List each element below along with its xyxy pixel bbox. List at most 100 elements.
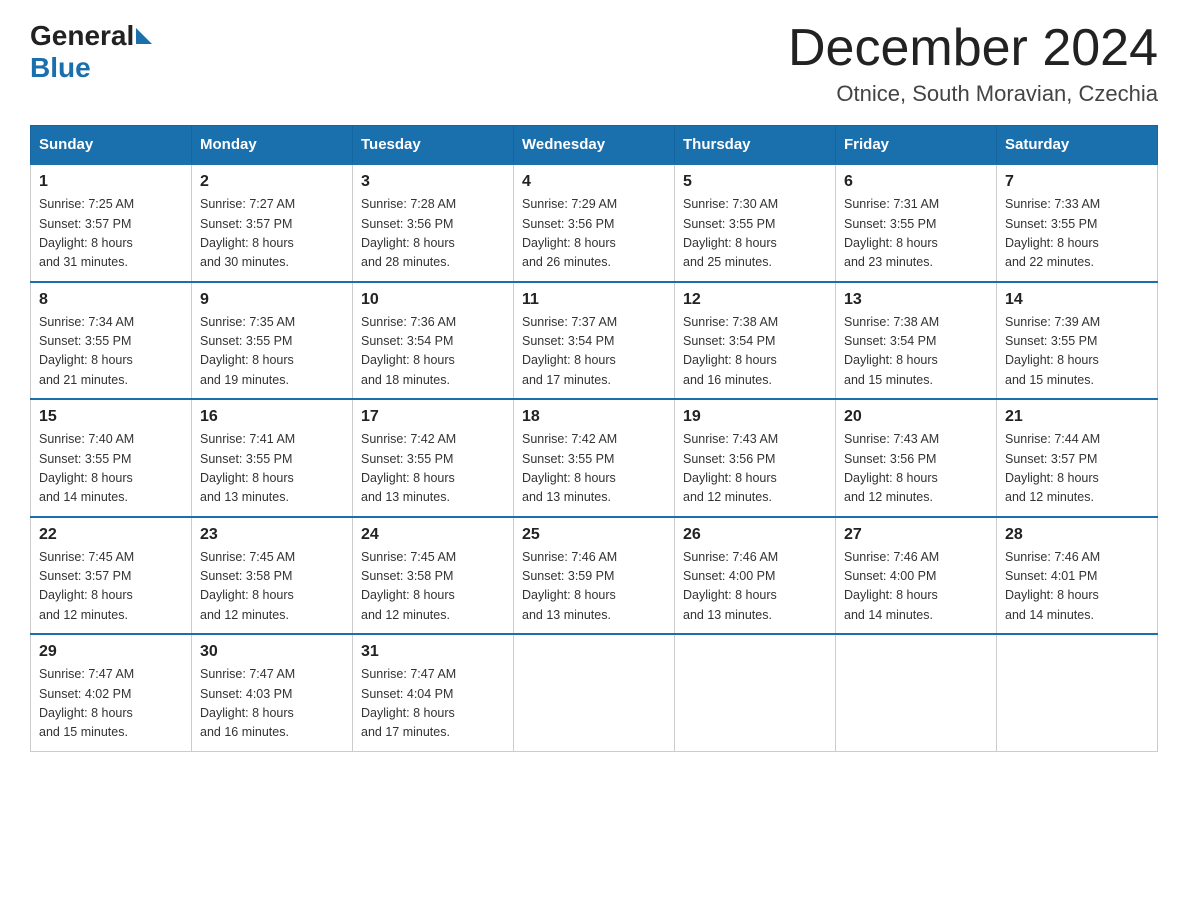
day-info: Sunrise: 7:36 AM Sunset: 3:54 PM Dayligh…: [361, 313, 505, 391]
calendar-cell: 10 Sunrise: 7:36 AM Sunset: 3:54 PM Dayl…: [353, 282, 514, 400]
day-info: Sunrise: 7:46 AM Sunset: 4:01 PM Dayligh…: [1005, 548, 1149, 626]
calendar-week-row: 29 Sunrise: 7:47 AM Sunset: 4:02 PM Dayl…: [31, 634, 1158, 751]
calendar-cell: 9 Sunrise: 7:35 AM Sunset: 3:55 PM Dayli…: [192, 282, 353, 400]
calendar-week-row: 8 Sunrise: 7:34 AM Sunset: 3:55 PM Dayli…: [31, 282, 1158, 400]
page-header: General Blue December 2024 Otnice, South…: [30, 20, 1158, 107]
day-info: Sunrise: 7:40 AM Sunset: 3:55 PM Dayligh…: [39, 430, 183, 508]
day-info: Sunrise: 7:47 AM Sunset: 4:03 PM Dayligh…: [200, 665, 344, 743]
day-info: Sunrise: 7:43 AM Sunset: 3:56 PM Dayligh…: [683, 430, 827, 508]
day-info: Sunrise: 7:42 AM Sunset: 3:55 PM Dayligh…: [522, 430, 666, 508]
calendar-cell: 7 Sunrise: 7:33 AM Sunset: 3:55 PM Dayli…: [997, 164, 1158, 282]
day-number: 30: [200, 643, 344, 661]
calendar-header-monday: Monday: [192, 126, 353, 165]
calendar-cell: 26 Sunrise: 7:46 AM Sunset: 4:00 PM Dayl…: [675, 517, 836, 635]
day-number: 6: [844, 173, 988, 191]
day-number: 26: [683, 526, 827, 544]
day-number: 22: [39, 526, 183, 544]
calendar-cell: [836, 634, 997, 751]
calendar-cell: 27 Sunrise: 7:46 AM Sunset: 4:00 PM Dayl…: [836, 517, 997, 635]
calendar-cell: 29 Sunrise: 7:47 AM Sunset: 4:02 PM Dayl…: [31, 634, 192, 751]
day-number: 4: [522, 173, 666, 191]
day-info: Sunrise: 7:33 AM Sunset: 3:55 PM Dayligh…: [1005, 195, 1149, 273]
calendar-cell: 12 Sunrise: 7:38 AM Sunset: 3:54 PM Dayl…: [675, 282, 836, 400]
day-info: Sunrise: 7:30 AM Sunset: 3:55 PM Dayligh…: [683, 195, 827, 273]
calendar-cell: 24 Sunrise: 7:45 AM Sunset: 3:58 PM Dayl…: [353, 517, 514, 635]
day-number: 9: [200, 291, 344, 309]
day-info: Sunrise: 7:31 AM Sunset: 3:55 PM Dayligh…: [844, 195, 988, 273]
calendar-cell: [514, 634, 675, 751]
day-number: 20: [844, 408, 988, 426]
day-info: Sunrise: 7:25 AM Sunset: 3:57 PM Dayligh…: [39, 195, 183, 273]
day-number: 12: [683, 291, 827, 309]
logo-blue-text: Blue: [30, 52, 91, 83]
logo-arrow-icon: [136, 28, 152, 44]
day-number: 10: [361, 291, 505, 309]
calendar-cell: 18 Sunrise: 7:42 AM Sunset: 3:55 PM Dayl…: [514, 399, 675, 517]
day-number: 11: [522, 291, 666, 309]
calendar-header-friday: Friday: [836, 126, 997, 165]
day-number: 23: [200, 526, 344, 544]
title-section: December 2024 Otnice, South Moravian, Cz…: [788, 20, 1158, 107]
day-info: Sunrise: 7:46 AM Sunset: 4:00 PM Dayligh…: [683, 548, 827, 626]
calendar-cell: 22 Sunrise: 7:45 AM Sunset: 3:57 PM Dayl…: [31, 517, 192, 635]
day-number: 14: [1005, 291, 1149, 309]
day-number: 8: [39, 291, 183, 309]
day-info: Sunrise: 7:38 AM Sunset: 3:54 PM Dayligh…: [844, 313, 988, 391]
calendar-cell: 20 Sunrise: 7:43 AM Sunset: 3:56 PM Dayl…: [836, 399, 997, 517]
calendar-cell: [675, 634, 836, 751]
calendar-cell: 6 Sunrise: 7:31 AM Sunset: 3:55 PM Dayli…: [836, 164, 997, 282]
day-number: 1: [39, 173, 183, 191]
calendar-header-thursday: Thursday: [675, 126, 836, 165]
calendar-cell: 15 Sunrise: 7:40 AM Sunset: 3:55 PM Dayl…: [31, 399, 192, 517]
calendar-week-row: 15 Sunrise: 7:40 AM Sunset: 3:55 PM Dayl…: [31, 399, 1158, 517]
calendar-header-row: SundayMondayTuesdayWednesdayThursdayFrid…: [31, 126, 1158, 165]
day-info: Sunrise: 7:47 AM Sunset: 4:04 PM Dayligh…: [361, 665, 505, 743]
day-number: 31: [361, 643, 505, 661]
calendar-cell: 25 Sunrise: 7:46 AM Sunset: 3:59 PM Dayl…: [514, 517, 675, 635]
calendar-cell: 4 Sunrise: 7:29 AM Sunset: 3:56 PM Dayli…: [514, 164, 675, 282]
calendar-cell: 23 Sunrise: 7:45 AM Sunset: 3:58 PM Dayl…: [192, 517, 353, 635]
calendar-cell: 2 Sunrise: 7:27 AM Sunset: 3:57 PM Dayli…: [192, 164, 353, 282]
calendar-table: SundayMondayTuesdayWednesdayThursdayFrid…: [30, 125, 1158, 752]
calendar-header-saturday: Saturday: [997, 126, 1158, 165]
day-number: 29: [39, 643, 183, 661]
calendar-header-sunday: Sunday: [31, 126, 192, 165]
calendar-cell: 16 Sunrise: 7:41 AM Sunset: 3:55 PM Dayl…: [192, 399, 353, 517]
day-info: Sunrise: 7:47 AM Sunset: 4:02 PM Dayligh…: [39, 665, 183, 743]
day-info: Sunrise: 7:46 AM Sunset: 4:00 PM Dayligh…: [844, 548, 988, 626]
day-number: 16: [200, 408, 344, 426]
location-title: Otnice, South Moravian, Czechia: [788, 81, 1158, 107]
calendar-cell: 13 Sunrise: 7:38 AM Sunset: 3:54 PM Dayl…: [836, 282, 997, 400]
day-info: Sunrise: 7:28 AM Sunset: 3:56 PM Dayligh…: [361, 195, 505, 273]
day-number: 7: [1005, 173, 1149, 191]
day-number: 21: [1005, 408, 1149, 426]
day-number: 3: [361, 173, 505, 191]
day-number: 28: [1005, 526, 1149, 544]
month-title: December 2024: [788, 20, 1158, 77]
calendar-cell: 11 Sunrise: 7:37 AM Sunset: 3:54 PM Dayl…: [514, 282, 675, 400]
calendar-week-row: 22 Sunrise: 7:45 AM Sunset: 3:57 PM Dayl…: [31, 517, 1158, 635]
calendar-header-wednesday: Wednesday: [514, 126, 675, 165]
calendar-cell: 3 Sunrise: 7:28 AM Sunset: 3:56 PM Dayli…: [353, 164, 514, 282]
calendar-cell: 17 Sunrise: 7:42 AM Sunset: 3:55 PM Dayl…: [353, 399, 514, 517]
day-number: 24: [361, 526, 505, 544]
day-info: Sunrise: 7:29 AM Sunset: 3:56 PM Dayligh…: [522, 195, 666, 273]
day-number: 27: [844, 526, 988, 544]
day-info: Sunrise: 7:35 AM Sunset: 3:55 PM Dayligh…: [200, 313, 344, 391]
day-info: Sunrise: 7:38 AM Sunset: 3:54 PM Dayligh…: [683, 313, 827, 391]
day-number: 5: [683, 173, 827, 191]
day-info: Sunrise: 7:45 AM Sunset: 3:58 PM Dayligh…: [361, 548, 505, 626]
calendar-week-row: 1 Sunrise: 7:25 AM Sunset: 3:57 PM Dayli…: [31, 164, 1158, 282]
day-info: Sunrise: 7:45 AM Sunset: 3:57 PM Dayligh…: [39, 548, 183, 626]
calendar-cell: 30 Sunrise: 7:47 AM Sunset: 4:03 PM Dayl…: [192, 634, 353, 751]
day-number: 18: [522, 408, 666, 426]
day-info: Sunrise: 7:42 AM Sunset: 3:55 PM Dayligh…: [361, 430, 505, 508]
calendar-cell: 5 Sunrise: 7:30 AM Sunset: 3:55 PM Dayli…: [675, 164, 836, 282]
day-info: Sunrise: 7:27 AM Sunset: 3:57 PM Dayligh…: [200, 195, 344, 273]
calendar-cell: 1 Sunrise: 7:25 AM Sunset: 3:57 PM Dayli…: [31, 164, 192, 282]
calendar-cell: 21 Sunrise: 7:44 AM Sunset: 3:57 PM Dayl…: [997, 399, 1158, 517]
logo-general-text: General: [30, 20, 134, 52]
day-info: Sunrise: 7:43 AM Sunset: 3:56 PM Dayligh…: [844, 430, 988, 508]
day-info: Sunrise: 7:46 AM Sunset: 3:59 PM Dayligh…: [522, 548, 666, 626]
day-number: 25: [522, 526, 666, 544]
